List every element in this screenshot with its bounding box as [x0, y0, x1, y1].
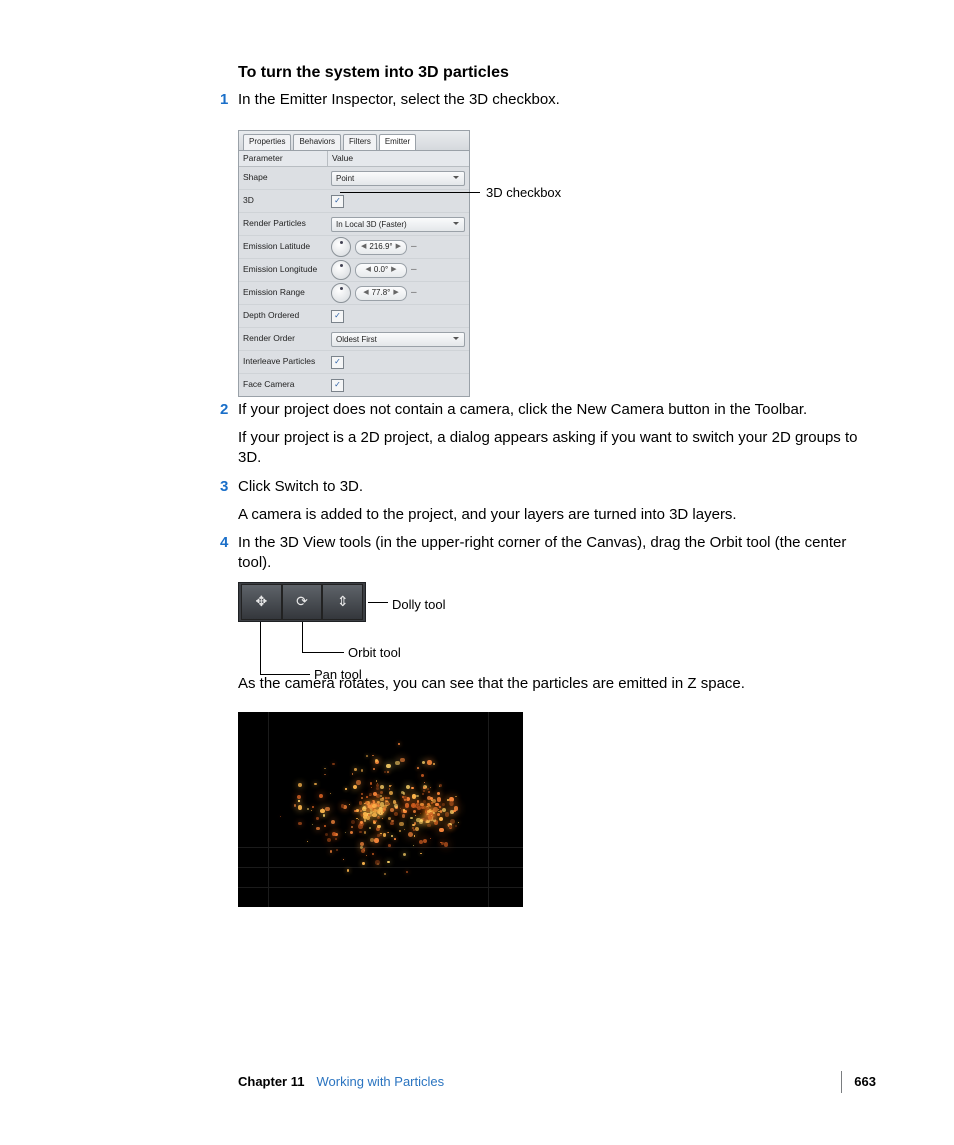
footer-chapter: Chapter 11: [238, 1073, 304, 1091]
param-depth-ordered-label: Depth Ordered: [239, 310, 327, 321]
callout-3d-checkbox: 3D checkbox: [486, 184, 561, 202]
tab-filters[interactable]: Filters: [343, 134, 377, 150]
interleave-checkbox[interactable]: ✓: [331, 356, 344, 369]
step-number: 2: [220, 400, 228, 420]
disclosure-icon: –: [411, 263, 417, 277]
step-number: 4: [220, 533, 228, 553]
particle-render-preview: [238, 712, 523, 907]
footer-page-number: 663: [854, 1073, 876, 1091]
step-1: 1 In the Emitter Inspector, select the 3…: [238, 90, 874, 378]
emission-range-value: 77.8°: [372, 288, 391, 299]
tab-emitter[interactable]: Emitter: [379, 134, 416, 150]
tab-properties[interactable]: Properties: [243, 134, 291, 150]
callout-dolly-tool: Dolly tool: [392, 597, 445, 612]
step-number: 3: [220, 477, 228, 497]
step-3-follow: A camera is added to the project, and yo…: [238, 505, 874, 525]
view-tools-figure: ✥ ⟳ ⇕ Dolly tool Orbit tool: [238, 582, 874, 674]
emission-range-dial[interactable]: [331, 283, 351, 303]
step-3: 3 Click Switch to 3D. A camera is added …: [238, 477, 874, 526]
callout-pan-tool: Pan tool: [314, 666, 362, 684]
disclosure-icon: –: [411, 286, 417, 300]
section-heading: To turn the system into 3D particles: [238, 62, 874, 84]
emission-longitude-stepper[interactable]: ◀0.0°▶: [355, 263, 407, 278]
step-3-text: Click Switch to 3D.: [238, 477, 874, 497]
emission-range-stepper[interactable]: ◀77.8°▶: [355, 286, 407, 301]
callout-orbit-tool: Orbit tool: [348, 644, 401, 662]
face-camera-checkbox[interactable]: ✓: [331, 379, 344, 392]
step-4-text: In the 3D View tools (in the upper-right…: [238, 533, 874, 574]
param-emission-range-label: Emission Range: [239, 287, 327, 298]
param-emission-longitude-label: Emission Longitude: [239, 264, 327, 275]
emission-latitude-dial[interactable]: [331, 237, 351, 257]
emission-longitude-dial[interactable]: [331, 260, 351, 280]
pan-tool-button[interactable]: ✥: [241, 584, 282, 620]
depth-ordered-checkbox[interactable]: ✓: [331, 310, 344, 323]
orbit-icon: ⟳: [296, 592, 308, 611]
page-footer: Chapter 11 Working with Particles 663: [238, 1071, 876, 1093]
param-face-camera-label: Face Camera: [239, 379, 327, 390]
param-shape-label: Shape: [239, 172, 327, 183]
param-render-particles-label: Render Particles: [239, 218, 327, 229]
disclosure-icon: –: [411, 240, 417, 254]
step-1-text: In the Emitter Inspector, select the 3D …: [238, 90, 874, 110]
emission-latitude-value: 216.9°: [369, 242, 392, 253]
tab-behaviors[interactable]: Behaviors: [293, 134, 341, 150]
param-emission-latitude-label: Emission Latitude: [239, 241, 327, 252]
step-2: 2 If your project does not contain a cam…: [238, 400, 874, 469]
param-interleave-label: Interleave Particles: [239, 356, 327, 367]
header-parameter: Parameter: [239, 151, 328, 166]
step-4: 4 In the 3D View tools (in the upper-rig…: [238, 533, 874, 907]
param-render-order-label: Render Order: [239, 333, 327, 344]
step-2-follow: If your project is a 2D project, a dialo…: [238, 428, 874, 469]
param-3d-label: 3D: [239, 195, 327, 206]
header-value: Value: [328, 151, 357, 166]
emitter-inspector-panel: Properties Behaviors Filters Emitter Par…: [238, 130, 470, 397]
pan-icon: ✥: [255, 592, 267, 611]
orbit-tool-button[interactable]: ⟳: [282, 584, 323, 620]
render-order-dropdown[interactable]: Oldest First: [331, 332, 465, 347]
emission-longitude-value: 0.0°: [374, 265, 388, 276]
dolly-icon: ⇕: [337, 592, 349, 611]
render-particles-dropdown[interactable]: In Local 3D (Faster): [331, 217, 465, 232]
footer-title: Working with Particles: [316, 1073, 444, 1091]
dolly-tool-button[interactable]: ⇕: [322, 584, 363, 620]
step-2-text: If your project does not contain a camer…: [238, 400, 874, 420]
emission-latitude-stepper[interactable]: ◀216.9°▶: [355, 240, 407, 255]
step-number: 1: [220, 90, 228, 110]
